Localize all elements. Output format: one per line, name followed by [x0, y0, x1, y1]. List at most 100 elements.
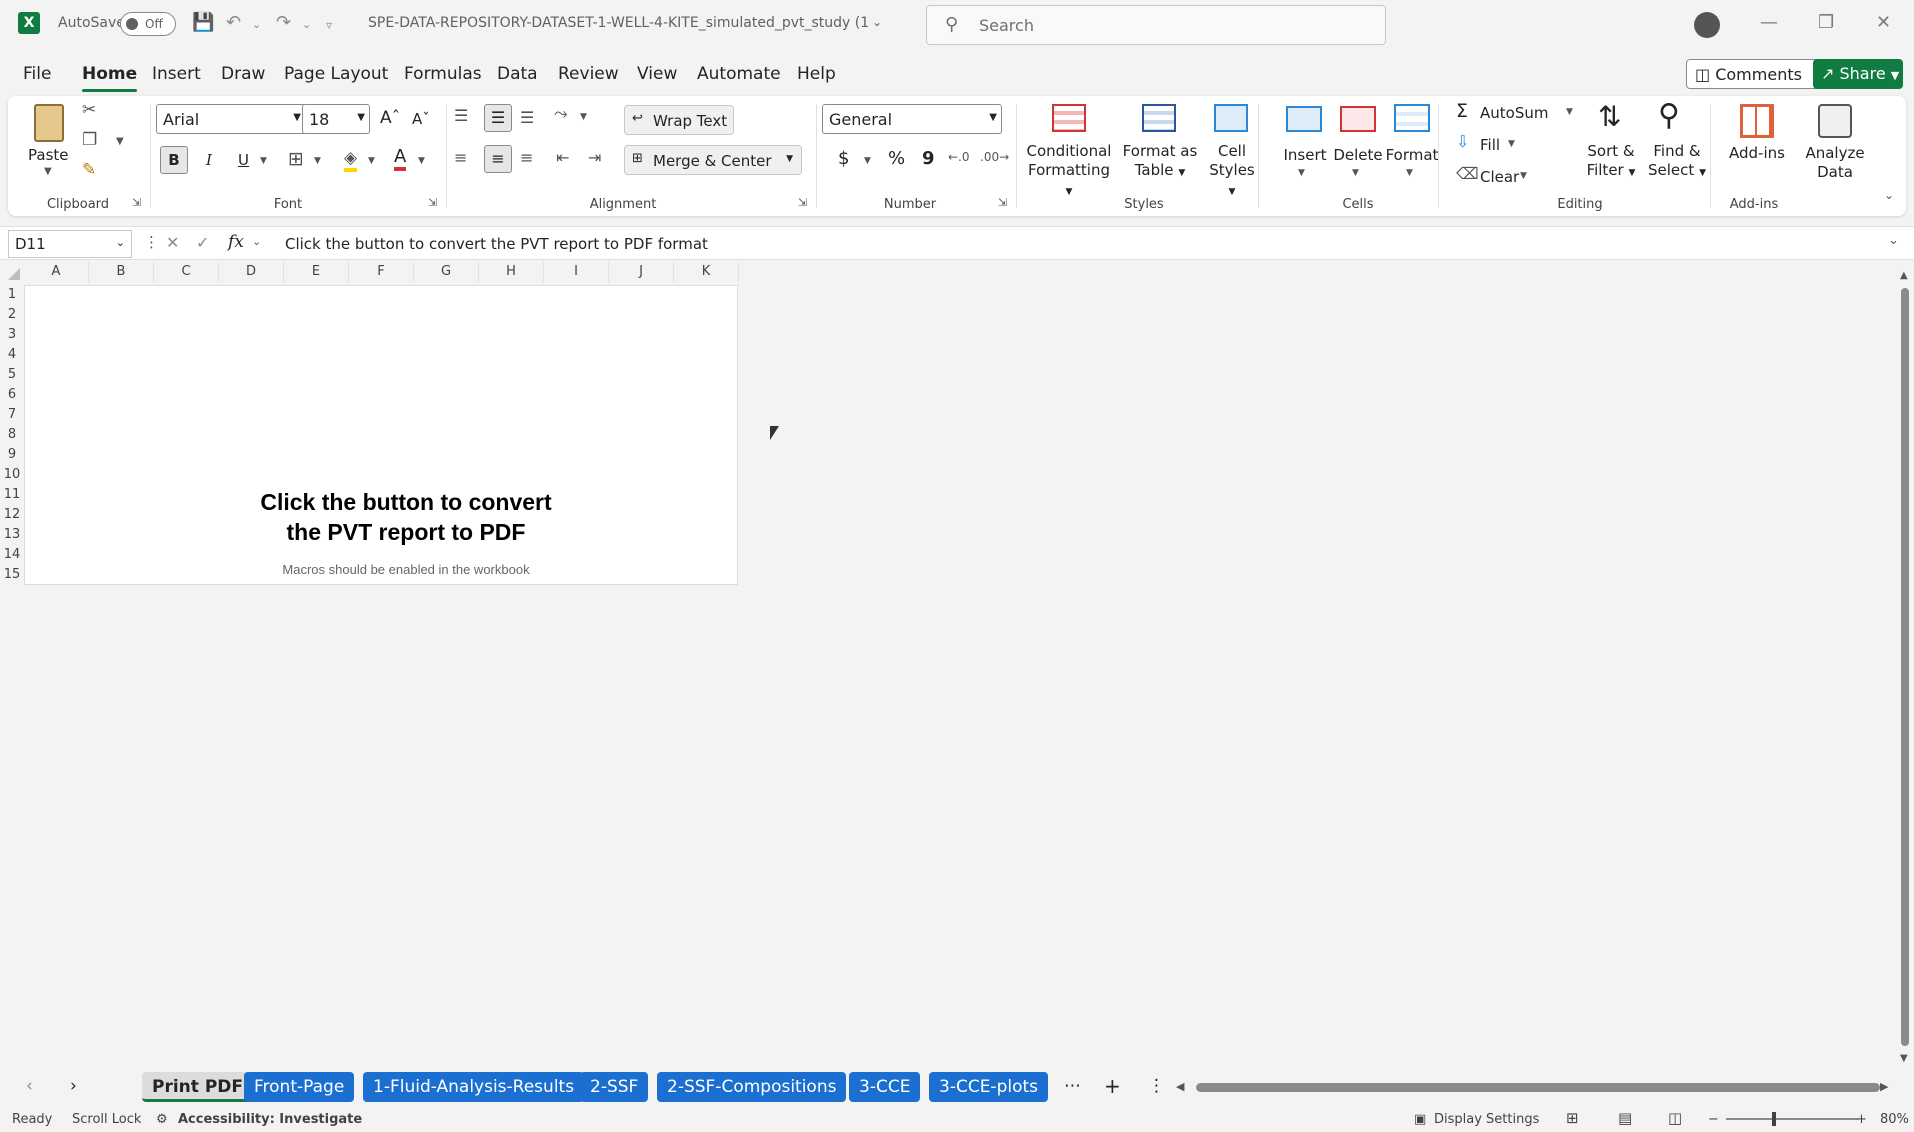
scroll-right-icon[interactable]: ▶	[1880, 1080, 1888, 1093]
add-sheet-icon[interactable]: +	[1104, 1074, 1121, 1098]
zoom-slider-thumb[interactable]	[1772, 1112, 1776, 1126]
analyze-data-button[interactable]: Analyze Data	[1802, 144, 1868, 182]
undo-icon[interactable]: ↶	[226, 12, 241, 33]
italic-button[interactable]: I	[206, 151, 212, 169]
filename-dropdown-icon[interactable]: ⌄	[872, 15, 882, 29]
align-top-icon[interactable]: ☰	[454, 106, 468, 125]
orientation-dropdown-icon[interactable]: ▼	[580, 112, 587, 122]
clear-dropdown-icon[interactable]: ▼	[1520, 171, 1527, 181]
sheet-tab-2-ssf-compositions[interactable]: 2-SSF-Compositions	[657, 1072, 847, 1102]
format-cells-button[interactable]: Format	[1382, 146, 1442, 165]
align-middle-button[interactable]: ☰	[484, 104, 512, 132]
font-size-select[interactable]: 18 ▼	[302, 104, 370, 134]
number-format-select[interactable]: General ▼	[822, 104, 1002, 134]
align-center-button[interactable]: ≡	[484, 145, 512, 173]
vertical-scrollbar[interactable]: ▲ ▼	[1898, 270, 1914, 1070]
clipboard-launcher-icon[interactable]: ⇲	[132, 196, 141, 209]
cut-icon[interactable]: ✂	[82, 100, 96, 120]
close-icon[interactable]: ✕	[1876, 12, 1891, 33]
more-options-icon[interactable]: ⋮	[144, 233, 159, 251]
column-header[interactable]: J	[609, 262, 674, 282]
bold-button[interactable]: B	[160, 146, 188, 174]
row-header[interactable]: 12	[0, 507, 24, 527]
sheet-tab-3-cce-plots[interactable]: 3-CCE-plots	[929, 1072, 1049, 1102]
add-ins-button[interactable]: Add-ins	[1724, 144, 1790, 163]
number-launcher-icon[interactable]: ⇲	[998, 196, 1007, 209]
fill-color-icon[interactable]: ◈	[344, 148, 358, 172]
copy-dropdown-icon[interactable]: ▼	[116, 136, 124, 147]
font-launcher-icon[interactable]: ⇲	[428, 196, 437, 209]
minimize-icon[interactable]: —	[1760, 12, 1778, 33]
borders-icon[interactable]: ⊞	[288, 148, 304, 170]
row-header[interactable]: 2	[0, 307, 24, 327]
currency-dropdown-icon[interactable]: ▼	[864, 156, 871, 166]
avatar[interactable]	[1694, 12, 1720, 38]
borders-dropdown-icon[interactable]: ▼	[314, 156, 321, 166]
column-header[interactable]: G	[414, 262, 479, 282]
paste-button[interactable]: Paste	[28, 146, 69, 165]
column-header[interactable]: I	[544, 262, 609, 282]
fill-button[interactable]: Fill	[1480, 136, 1500, 154]
column-header[interactable]: B	[89, 262, 154, 282]
scroll-left-icon[interactable]: ◀	[1176, 1080, 1184, 1093]
cancel-icon[interactable]: ✕	[166, 233, 179, 252]
menu-data[interactable]: Data	[497, 64, 538, 84]
scroll-up-icon[interactable]: ▲	[1900, 270, 1908, 281]
display-settings-button[interactable]: Display Settings	[1434, 1112, 1539, 1127]
delete-dropdown-icon[interactable]: ▼	[1352, 168, 1359, 178]
file-name[interactable]: SPE-DATA-REPOSITORY-DATASET-1-WELL-4-KIT…	[368, 15, 868, 31]
align-right-icon[interactable]: ≡	[520, 148, 533, 167]
customize-qat-icon[interactable]: ▿	[326, 18, 332, 32]
column-header[interactable]: K	[674, 262, 739, 282]
function-dropdown-icon[interactable]: ⌄	[252, 235, 261, 248]
sheet-tab-front-page[interactable]: Front-Page	[244, 1072, 355, 1102]
autosum-dropdown-icon[interactable]: ▼	[1566, 107, 1573, 117]
insert-cells-button[interactable]: Insert	[1278, 146, 1332, 165]
menu-page-layout[interactable]: Page Layout	[284, 64, 388, 84]
menu-home[interactable]: Home	[82, 64, 138, 92]
decrease-font-icon[interactable]: Aˇ	[412, 110, 430, 128]
format-dropdown-icon[interactable]: ▼	[1406, 168, 1413, 178]
row-header[interactable]: 11	[0, 487, 24, 507]
font-color-icon[interactable]: A	[394, 146, 407, 171]
increase-decimal-icon[interactable]: ←.0	[948, 150, 970, 164]
horizontal-scroll-thumb[interactable]	[1196, 1083, 1880, 1092]
orientation-icon[interactable]: ⤳	[554, 104, 568, 124]
page-break-view-icon[interactable]: ◫	[1668, 1109, 1682, 1127]
menu-review[interactable]: Review	[558, 64, 619, 84]
row-header[interactable]: 13	[0, 527, 24, 547]
save-icon[interactable]: 💾	[192, 12, 214, 33]
sheet-tab-print-pdf[interactable]: Print PDF	[142, 1072, 254, 1102]
page-layout-view-icon[interactable]: ▤	[1618, 1109, 1632, 1127]
row-header[interactable]: 14	[0, 547, 24, 567]
alignment-launcher-icon[interactable]: ⇲	[798, 196, 807, 209]
row-header[interactable]: 9	[0, 447, 24, 467]
row-header[interactable]: 7	[0, 407, 24, 427]
enter-icon[interactable]: ✓	[196, 233, 209, 252]
menu-insert[interactable]: Insert	[152, 64, 201, 84]
percent-button[interactable]: %	[888, 148, 905, 169]
accessibility-status[interactable]: Accessibility: Investigate	[178, 1112, 362, 1127]
wrap-text-button[interactable]: ↩ Wrap Text	[624, 105, 734, 135]
column-header[interactable]: E	[284, 262, 349, 282]
column-header[interactable]: H	[479, 262, 544, 282]
sheet-tab-fluid-analysis-results[interactable]: 1-Fluid-Analysis-Results	[363, 1072, 585, 1102]
convert-pdf-button-text[interactable]: Click the button to convert the PVT repo…	[219, 487, 593, 547]
menu-automate[interactable]: Automate	[697, 64, 781, 84]
menu-view[interactable]: View	[637, 64, 677, 84]
delete-cells-button[interactable]: Delete	[1330, 146, 1386, 165]
restore-icon[interactable]: ❐	[1818, 12, 1834, 33]
menu-help[interactable]: Help	[797, 64, 836, 84]
format-as-table-button[interactable]: Format as Table ▼	[1118, 142, 1202, 183]
decrease-decimal-icon[interactable]: .00→	[980, 150, 1009, 164]
zoom-out-icon[interactable]: −	[1708, 1112, 1719, 1127]
tab-options-icon[interactable]: ⋮	[1148, 1076, 1165, 1096]
collapse-ribbon-icon[interactable]: ⌄	[1884, 188, 1894, 202]
conditional-formatting-button[interactable]: Conditional Formatting ▼	[1024, 142, 1114, 202]
align-bottom-icon[interactable]: ☰	[520, 108, 534, 127]
autosave-toggle[interactable]: Off	[120, 12, 176, 36]
normal-view-icon[interactable]: ⊞	[1566, 1109, 1579, 1127]
cell-styles-button[interactable]: Cell Styles ▼	[1204, 142, 1260, 202]
format-painter-icon[interactable]: ✎	[82, 160, 96, 180]
zoom-in-icon[interactable]: +	[1856, 1112, 1867, 1127]
